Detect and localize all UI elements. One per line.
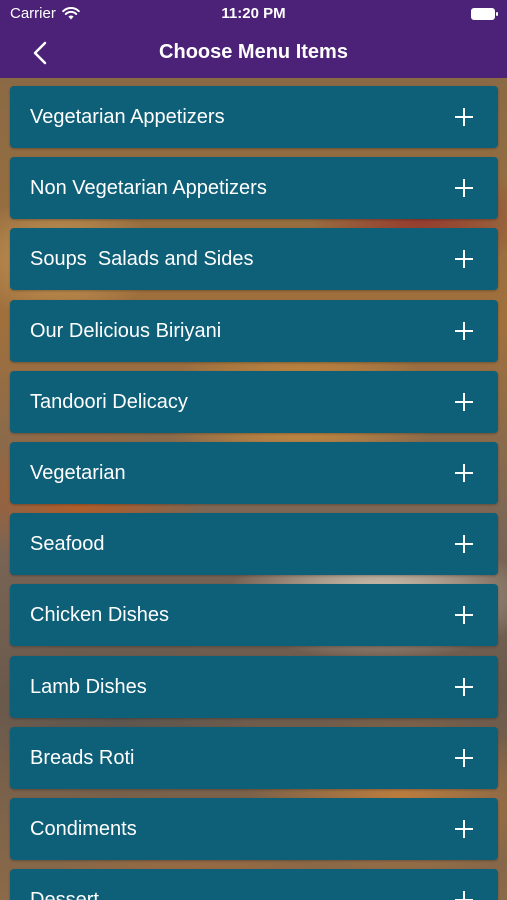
menu-category-label: Non Vegetarian Appetizers [30, 177, 267, 200]
status-time: 11:20 PM [221, 5, 286, 22]
menu-category-item[interactable]: Breads Roti [10, 726, 498, 789]
plus-icon[interactable] [454, 463, 474, 483]
plus-icon[interactable] [454, 392, 474, 412]
plus-icon[interactable] [454, 107, 474, 127]
menu-category-label: Dessert [30, 889, 99, 900]
menu-category-label: Lamb Dishes [30, 675, 147, 698]
screen: Carrier 11:20 PM Choose Menu Items Veget… [0, 0, 507, 900]
menu-category-label: Soups Salads and Sides [30, 248, 254, 271]
menu-category-item[interactable]: Vegetarian [10, 441, 498, 504]
plus-icon[interactable] [454, 534, 474, 554]
menu-category-item[interactable]: Chicken Dishes [10, 584, 498, 647]
menu-category-item[interactable]: Non Vegetarian Appetizers [10, 157, 498, 220]
menu-category-item[interactable]: Dessert [10, 869, 498, 900]
menu-category-item[interactable]: Vegetarian Appetizers [10, 86, 498, 148]
menu-category-label: Our Delicious Biriyani [30, 319, 222, 342]
menu-category-item[interactable]: Our Delicious Biriyani [10, 299, 498, 362]
plus-icon[interactable] [454, 178, 474, 198]
menu-category-label: Tandoori Delicacy [30, 390, 188, 413]
plus-icon[interactable] [454, 748, 474, 768]
plus-icon[interactable] [454, 677, 474, 697]
menu-category-label: Chicken Dishes [30, 604, 169, 627]
menu-category-item[interactable]: Tandoori Delicacy [10, 370, 498, 433]
menu-category-label: Vegetarian [30, 461, 126, 484]
menu-category-item[interactable]: Condiments [10, 797, 498, 860]
menu-category-label: Vegetarian Appetizers [30, 106, 225, 128]
page-title: Choose Menu Items [159, 41, 348, 63]
navigation-bar: Choose Menu Items [0, 28, 507, 78]
battery-icon [471, 8, 498, 20]
menu-category-item[interactable]: Lamb Dishes [10, 655, 498, 718]
plus-icon[interactable] [454, 605, 474, 625]
status-bar: Carrier 11:20 PM [0, 0, 507, 28]
plus-icon[interactable] [454, 321, 474, 341]
menu-category-label: Seafood [30, 533, 105, 556]
menu-category-list: Vegetarian Appetizers Non Vegetarian App… [10, 86, 498, 900]
menu-category-label: Condiments [30, 817, 137, 840]
menu-category-label: Breads Roti [30, 746, 135, 769]
plus-icon[interactable] [454, 249, 474, 269]
plus-icon[interactable] [454, 890, 474, 900]
menu-category-item[interactable]: Soups Salads and Sides [10, 228, 498, 291]
plus-icon[interactable] [454, 819, 474, 839]
menu-category-item[interactable]: Seafood [10, 513, 498, 576]
